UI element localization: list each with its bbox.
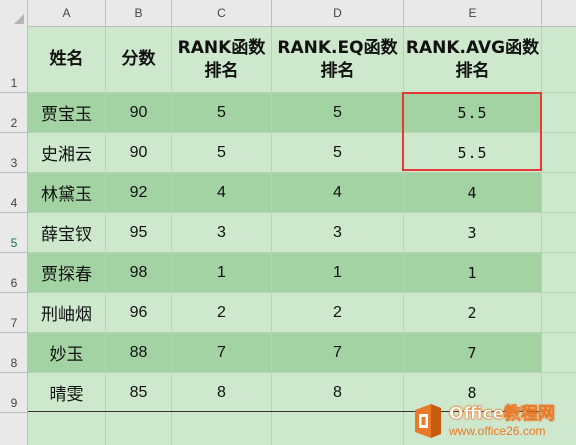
header-rank-avg[interactable]: RANK.AVG函数 排名 — [404, 27, 542, 92]
table-header-row: 姓名 分数 RANK函数 排名 RANK.EQ函数 排名 RANK.AVG函数 … — [28, 27, 576, 93]
cell-score[interactable]: 90 — [106, 93, 172, 132]
empty-cell[interactable] — [542, 253, 576, 292]
row-header-3[interactable]: 3 — [0, 133, 28, 173]
column-header-d[interactable]: D — [272, 0, 404, 26]
column-header-bar: A B C D E — [0, 0, 576, 27]
empty-cell[interactable] — [542, 133, 576, 172]
table-row: 史湘云 90 5 5 5.5 — [28, 133, 576, 173]
watermark-title: Office教程网 — [449, 403, 556, 424]
cell-rank-avg[interactable]: 7 — [404, 333, 542, 372]
header-rank-avg-line2: 排名 — [455, 60, 490, 81]
cell-rank-eq[interactable]: 5 — [272, 133, 404, 172]
cell-rank[interactable]: 5 — [172, 133, 272, 172]
table-row: 薛宝钗 95 3 3 3 — [28, 213, 576, 253]
header-rank-eq-line2: 排名 — [320, 60, 355, 81]
empty-cell[interactable] — [542, 93, 576, 132]
cell-rank-eq[interactable]: 3 — [272, 213, 404, 252]
cell-rank[interactable]: 3 — [172, 213, 272, 252]
cell-rank[interactable]: 7 — [172, 333, 272, 372]
cell-score[interactable]: 88 — [106, 333, 172, 372]
table-row: 贾宝玉 90 5 5 5.5 — [28, 93, 576, 133]
empty-cell[interactable] — [542, 173, 576, 212]
cell-rank-eq[interactable]: 7 — [272, 333, 404, 372]
cell-name[interactable]: 刑岫烟 — [28, 293, 106, 332]
empty-cell[interactable] — [542, 293, 576, 332]
select-all-corner[interactable] — [0, 0, 28, 27]
cell-rank[interactable]: 5 — [172, 93, 272, 132]
cell-rank-avg[interactable]: 5.5 — [404, 93, 542, 132]
empty-cell[interactable] — [542, 333, 576, 372]
cell-score[interactable]: 95 — [106, 213, 172, 252]
cell-score[interactable]: 96 — [106, 293, 172, 332]
cell-rank-eq[interactable]: 1 — [272, 253, 404, 292]
cell-name[interactable]: 贾宝玉 — [28, 93, 106, 132]
header-score[interactable]: 分数 — [106, 27, 172, 92]
row-header-9[interactable]: 9 — [0, 373, 28, 413]
row-header-8[interactable]: 8 — [0, 333, 28, 373]
cell-rank[interactable]: 2 — [172, 293, 272, 332]
row-header-4[interactable]: 4 — [0, 173, 28, 213]
empty-cell[interactable] — [542, 213, 576, 252]
cell-score[interactable]: 98 — [106, 253, 172, 292]
cell-rank-avg[interactable]: 2 — [404, 293, 542, 332]
column-header-b[interactable]: B — [106, 0, 172, 26]
row-header-bar: 1 2 3 4 5 6 7 8 9 — [0, 27, 28, 445]
empty-cell[interactable] — [106, 412, 172, 445]
column-header-c[interactable]: C — [172, 0, 272, 26]
cell-name[interactable]: 林黛玉 — [28, 173, 106, 212]
cell-rank-eq[interactable]: 8 — [272, 373, 404, 412]
table-row: 妙玉 88 7 7 7 — [28, 333, 576, 373]
row-header-7[interactable]: 7 — [0, 293, 28, 333]
row-header-5[interactable]: 5 — [0, 213, 28, 253]
cell-rank-avg[interactable]: 1 — [404, 253, 542, 292]
header-rank-eq[interactable]: RANK.EQ函数 排名 — [272, 27, 404, 92]
header-rank[interactable]: RANK函数 排名 — [172, 27, 272, 92]
table-row: 刑岫烟 96 2 2 2 — [28, 293, 576, 333]
table-row: 林黛玉 92 4 4 4 — [28, 173, 576, 213]
header-name[interactable]: 姓名 — [28, 27, 106, 92]
table-row: 贾探春 98 1 1 1 — [28, 253, 576, 293]
cell-rank[interactable]: 8 — [172, 373, 272, 412]
cell-score[interactable]: 90 — [106, 133, 172, 172]
column-header-e[interactable]: E — [404, 0, 542, 26]
column-header-a[interactable]: A — [28, 0, 106, 26]
cell-rank-avg[interactable]: 4 — [404, 173, 542, 212]
cell-name[interactable]: 贾探春 — [28, 253, 106, 292]
cell-score[interactable]: 92 — [106, 173, 172, 212]
cell-rank[interactable]: 1 — [172, 253, 272, 292]
row-header-1[interactable]: 1 — [0, 27, 28, 93]
cell-name[interactable]: 史湘云 — [28, 133, 106, 172]
header-rank-eq-line1: RANK.EQ函数 — [277, 37, 398, 58]
cell-score[interactable]: 85 — [106, 373, 172, 412]
watermark-url: www.office26.com — [449, 423, 546, 438]
cell-rank-avg[interactable]: 3 — [404, 213, 542, 252]
office-logo-icon — [411, 402, 445, 440]
row-header-2[interactable]: 2 — [0, 93, 28, 133]
cell-rank[interactable]: 4 — [172, 173, 272, 212]
empty-cell[interactable] — [172, 412, 272, 445]
cell-rank-avg[interactable]: 5.5 — [404, 133, 542, 172]
cell-rank-eq[interactable]: 4 — [272, 173, 404, 212]
cell-name[interactable]: 晴雯 — [28, 373, 106, 412]
cell-rank-eq[interactable]: 2 — [272, 293, 404, 332]
cell-rank-eq[interactable]: 5 — [272, 93, 404, 132]
cell-name[interactable]: 妙玉 — [28, 333, 106, 372]
empty-cell[interactable] — [272, 412, 404, 445]
empty-cell[interactable] — [28, 412, 106, 445]
row-header-6[interactable]: 6 — [0, 253, 28, 293]
header-rank-line1: RANK函数 — [177, 37, 266, 58]
select-all-triangle-icon — [14, 14, 24, 24]
watermark: Office教程网 www.office26.com — [411, 396, 576, 445]
header-rank-line2: 排名 — [204, 60, 239, 81]
header-rank-avg-line1: RANK.AVG函数 — [405, 37, 540, 58]
cell-name[interactable]: 薛宝钗 — [28, 213, 106, 252]
